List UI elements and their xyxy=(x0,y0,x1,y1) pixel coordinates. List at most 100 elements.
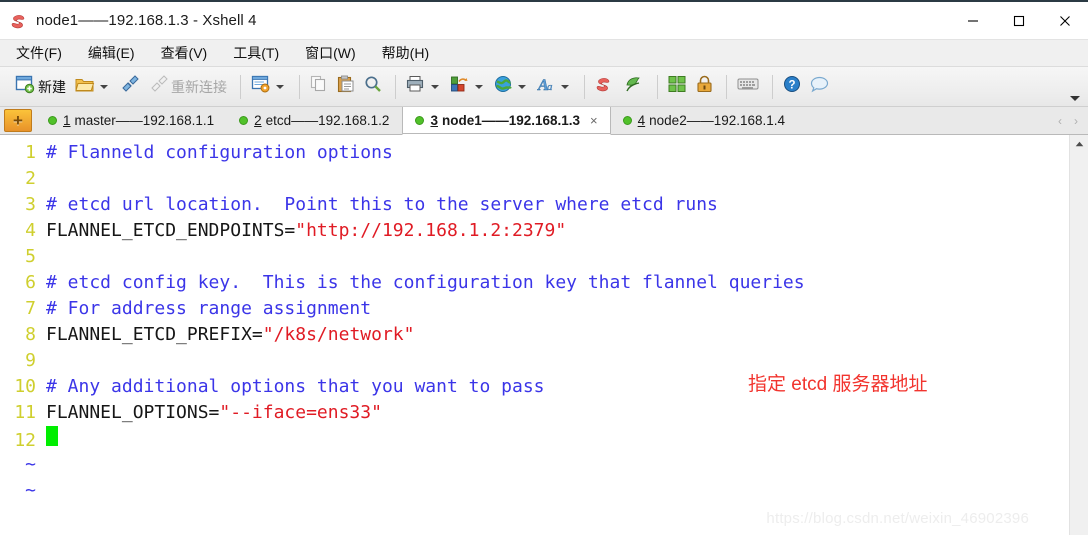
line-number: 3 xyxy=(25,194,36,215)
globe-caret[interactable] xyxy=(518,84,526,89)
maximize-icon[interactable] xyxy=(996,2,1042,39)
line-number: 1 xyxy=(25,142,36,163)
line-number: 6 xyxy=(25,272,36,293)
tab-label: etcd——192.168.1.2 xyxy=(265,113,390,128)
scrollbar-track[interactable] xyxy=(1070,153,1088,535)
chat-icon xyxy=(810,76,829,98)
terminal-output[interactable]: 1 # Flanneld configuration options 2 3 #… xyxy=(0,135,1069,535)
tab-status-dot xyxy=(415,116,425,125)
new-session-icon xyxy=(15,75,35,99)
new-tab-button[interactable]: + xyxy=(4,109,32,132)
line-text: # Any additional options that you want t… xyxy=(46,376,545,397)
globe-button[interactable] xyxy=(491,72,531,102)
lock-button[interactable] xyxy=(693,72,716,102)
minimize-icon[interactable] xyxy=(950,2,996,39)
empty-line-marker-row: ~ xyxy=(0,478,1069,504)
toolbar: 新建 重新连接 A a ? xyxy=(0,66,1088,107)
watermark: https://blog.csdn.net/weixin_46902396 xyxy=(766,510,1029,527)
code-line: 11 FLANNEL_OPTIONS= "--iface=ens33" xyxy=(0,400,1069,426)
open-folder-button[interactable] xyxy=(72,72,113,102)
reconnect-label: 重新连接 xyxy=(171,78,227,95)
toolbar-separator xyxy=(395,74,396,99)
scroll-up-icon[interactable] xyxy=(1070,135,1088,153)
properties-caret[interactable] xyxy=(276,84,284,89)
print-caret[interactable] xyxy=(431,84,439,89)
tab-scroll-right-icon[interactable]: › xyxy=(1068,114,1084,128)
xshell-window: node1——192.168.1.3 - Xshell 4 文件(F) 编辑(E… xyxy=(0,0,1088,535)
xftp-icon xyxy=(624,75,644,99)
tab-node1[interactable]: 3 node1——192.168.1.3 × xyxy=(402,107,611,135)
fullscreen-icon xyxy=(668,75,687,98)
line-number: 12 xyxy=(14,430,36,451)
tab-scroll-left-icon[interactable]: ‹ xyxy=(1052,114,1068,128)
tab-index: 3 xyxy=(430,113,438,128)
menu-item-file[interactable]: 文件(F) xyxy=(16,46,62,60)
copy-button[interactable] xyxy=(307,72,331,102)
plus-icon: + xyxy=(13,111,23,130)
annotation-etcd-address: 指定 etcd 服务器地址 xyxy=(748,374,928,395)
tab-close-icon[interactable]: × xyxy=(590,113,598,128)
reconnect-icon xyxy=(148,75,168,98)
menu-item-edit[interactable]: 编辑(E) xyxy=(88,46,135,60)
tab-status-dot xyxy=(48,116,57,125)
font-button[interactable]: A a xyxy=(534,72,574,102)
tab-index: 4 xyxy=(637,113,646,128)
menu-bar: 文件(F) 编辑(E) 查看(V) 工具(T) 窗口(W) 帮助(H) xyxy=(0,39,1088,66)
line-number: 8 xyxy=(25,324,36,345)
xshell-button[interactable] xyxy=(592,72,618,102)
chat-button[interactable] xyxy=(807,72,832,102)
keyboard-icon xyxy=(737,76,759,97)
xshell-logo-icon xyxy=(10,12,28,30)
new-session-label: 新建 xyxy=(38,78,66,95)
menu-item-window[interactable]: 窗口(W) xyxy=(305,46,356,60)
properties-button[interactable] xyxy=(248,72,289,102)
tab-etcd[interactable]: 2 etcd——192.168.1.2 xyxy=(227,107,402,134)
layout-icon xyxy=(450,75,470,98)
find-button[interactable] xyxy=(361,72,385,102)
print-icon xyxy=(406,75,426,98)
font-caret[interactable] xyxy=(561,84,569,89)
print-button[interactable] xyxy=(403,72,444,102)
menu-item-help[interactable]: 帮助(H) xyxy=(382,46,429,60)
new-session-button[interactable]: 新建 xyxy=(12,72,69,102)
toolbar-separator xyxy=(240,74,241,99)
toolbar-overflow-icon[interactable] xyxy=(1070,96,1080,101)
toolbar-separator xyxy=(299,74,300,99)
title-bar: node1——192.168.1.3 - Xshell 4 xyxy=(0,2,1088,39)
keyboard-button[interactable] xyxy=(734,72,762,102)
line-code: FLANNEL_OPTIONS= xyxy=(46,402,220,423)
xftp-button[interactable] xyxy=(621,72,647,102)
help-button[interactable]: ? xyxy=(780,72,804,102)
toolbar-separator xyxy=(584,74,585,99)
window-title: node1——192.168.1.3 - Xshell 4 xyxy=(36,12,257,29)
tab-status-dot xyxy=(622,116,632,125)
tab-node2[interactable]: 4 node2——192.168.1.4 xyxy=(611,107,798,134)
code-line: 1 # Flanneld configuration options xyxy=(0,140,1069,166)
lock-icon xyxy=(696,75,713,98)
code-line: 6 # etcd config key. This is the configu… xyxy=(0,270,1069,296)
tab-label: master——192.168.1.1 xyxy=(74,113,215,128)
code-line: 12 xyxy=(0,426,1069,452)
paste-button[interactable] xyxy=(334,72,358,102)
layout-caret[interactable] xyxy=(475,84,483,89)
connect-button[interactable] xyxy=(116,72,142,102)
menu-item-tools[interactable]: 工具(T) xyxy=(233,46,279,60)
tab-master[interactable]: 1 master——192.168.1.1 xyxy=(36,107,227,134)
connect-icon xyxy=(119,75,139,98)
code-line: 5 xyxy=(0,244,1069,270)
tilde-marker: ~ xyxy=(25,454,36,475)
line-number: 5 xyxy=(25,246,36,267)
empty-line-marker-row: ~ xyxy=(0,452,1069,478)
code-line: 3 # etcd url location. Point this to the… xyxy=(0,192,1069,218)
properties-icon xyxy=(251,75,271,98)
open-folder-caret[interactable] xyxy=(100,84,108,89)
globe-icon xyxy=(494,75,513,98)
tab-bar: + 1 master——192.168.1.1 2 etcd——192.168.… xyxy=(0,107,1088,135)
help-icon: ? xyxy=(783,75,801,98)
menu-item-view[interactable]: 查看(V) xyxy=(161,46,208,60)
layout-button[interactable] xyxy=(447,72,488,102)
font-icon: A a xyxy=(537,75,556,98)
terminal-scrollbar[interactable] xyxy=(1069,135,1088,535)
close-icon[interactable] xyxy=(1042,2,1088,39)
fullscreen-button[interactable] xyxy=(665,72,690,102)
